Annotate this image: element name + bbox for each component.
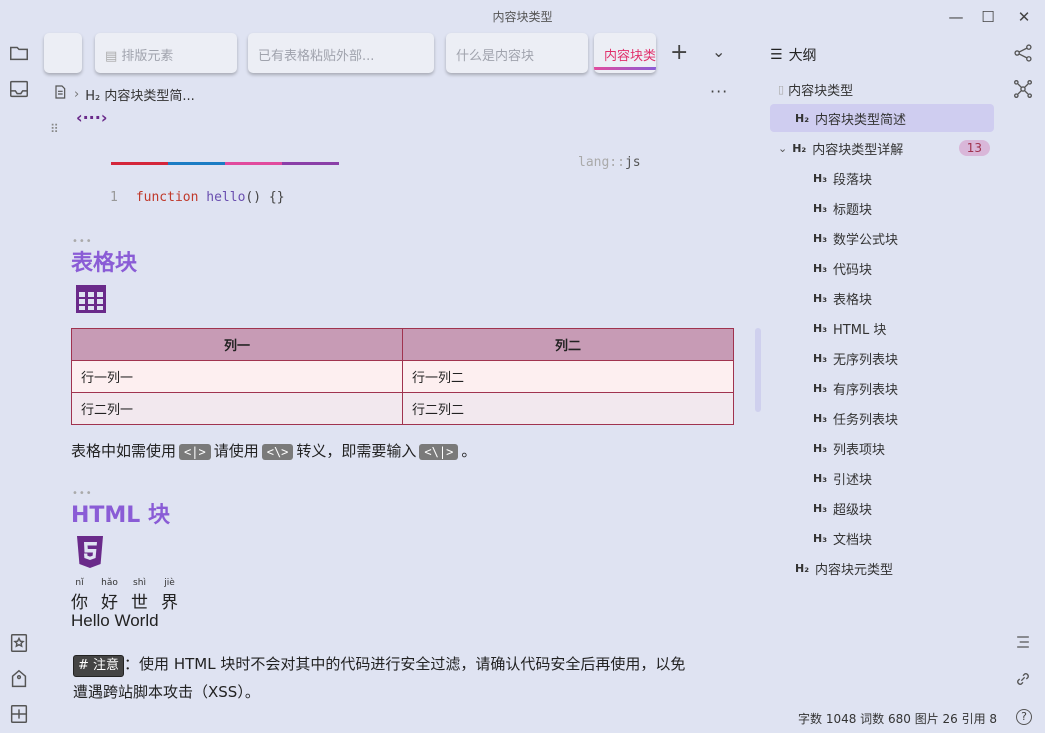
warning-paragraph: # 注意 ：使用 HTML 块时不会对其中的代码进行安全过滤，请确认代码安全后再使…	[73, 655, 686, 701]
doc-icon: ▤	[105, 49, 122, 64]
table-cell[interactable]: 行一列二	[402, 360, 734, 393]
doc-icon: ▯	[778, 82, 785, 96]
outline-root[interactable]: ▯ 内容块类型	[778, 75, 853, 103]
table-cell[interactable]: 行二列二	[402, 392, 734, 425]
line-number: 1	[110, 190, 118, 205]
help-icon[interactable]: ?	[1016, 709, 1032, 725]
outline-item[interactable]: H₃ 段落块	[813, 164, 872, 192]
chevron-down-icon: ⌄	[778, 141, 788, 155]
editor: ⠿ ‹···› lang::js 1 function hello() {} ••…	[44, 108, 764, 733]
tag-badge[interactable]: # 注意	[73, 655, 125, 677]
kbd-escaped-pipe: <\|>	[419, 444, 459, 460]
table-header[interactable]: 列一	[71, 328, 403, 361]
table-section-title[interactable]: 表格块	[71, 245, 137, 277]
html5-icon	[75, 535, 105, 573]
outline-item[interactable]: H₃ 列表项块	[813, 434, 885, 462]
code-line[interactable]: 1 function hello() {}	[110, 190, 285, 205]
ruby-text: nǐ 你 hǎo 好 shì 世 jiè 界	[71, 578, 178, 613]
chevron-right-icon: ›	[74, 86, 80, 102]
outline-header: ☰ 大纲	[770, 47, 817, 64]
table-cell[interactable]: 行一列一	[71, 360, 403, 393]
bookmark-icon[interactable]	[8, 632, 32, 656]
tab-what-is-block[interactable]: 什么是内容块	[446, 33, 588, 73]
outline-item[interactable]: H₃ 表格块	[813, 284, 872, 312]
outline-item[interactable]: H₃ 数学公式块	[813, 224, 898, 252]
title-bar: 内容块类型 — ☐ ✕	[0, 0, 1045, 32]
outline-icon: ☰	[770, 47, 783, 63]
kbd-pipe: <|>	[179, 444, 211, 460]
outline-item[interactable]: H₃ 任务列表块	[813, 404, 898, 432]
global-graph-icon[interactable]	[1013, 79, 1035, 101]
tab-partial[interactable]	[44, 33, 82, 73]
link-icon[interactable]	[1013, 669, 1035, 691]
scrollbar[interactable]	[755, 328, 761, 412]
outline-item[interactable]: H₂ 内容块元类型	[795, 554, 893, 582]
outline-item[interactable]: ⌄ H₂ 内容块类型详解 13	[778, 134, 994, 162]
outline-item[interactable]: H₃ 引述块	[813, 464, 872, 492]
breadcrumb: › H₂ 内容块类型简...	[52, 84, 195, 104]
tab-typography[interactable]: ▤ 排版元素	[95, 33, 237, 73]
drag-handle-icon[interactable]: ⠿	[50, 122, 59, 136]
outline-item[interactable]: H₃ 标题块	[813, 194, 872, 222]
document-icon[interactable]	[52, 84, 68, 104]
maximize-icon[interactable]: ☐	[977, 6, 999, 28]
hello-world-text: Hello World	[71, 611, 159, 630]
more-icon[interactable]: ···	[710, 82, 728, 101]
table-header[interactable]: 列二	[402, 328, 734, 361]
breadcrumb-heading[interactable]: H₂ 内容块类型简...	[85, 85, 195, 104]
add-tab-icon[interactable]: +	[670, 40, 688, 65]
folder-icon[interactable]	[8, 42, 32, 66]
tag-icon[interactable]	[8, 668, 32, 692]
outline-item[interactable]: H₃ 有序列表块	[813, 374, 898, 402]
tab-block-types[interactable]: 内容块类	[594, 33, 656, 73]
graph-icon[interactable]	[1013, 43, 1035, 65]
outline-item[interactable]: H₃ 超级块	[813, 494, 872, 522]
html-section-title[interactable]: HTML 块	[71, 497, 170, 529]
outline-toggle-icon[interactable]	[1013, 632, 1035, 654]
outline-item[interactable]: H₃ 文档块	[813, 524, 872, 552]
outline-item[interactable]: H₃ 无序列表块	[813, 344, 898, 372]
code-icon: ‹···›	[76, 108, 108, 127]
outline-item[interactable]: H₃ HTML 块	[813, 314, 886, 342]
backlink-icon[interactable]	[8, 703, 32, 727]
outline-panel: ☰ 大纲 ▯ 内容块类型 H₂ 内容块类型简述 ⌄ H₂ 内容块类型详解 13 H₃ 段落块…	[764, 40, 1004, 680]
count-badge: 13	[958, 140, 990, 156]
table-icon	[75, 284, 107, 318]
close-icon[interactable]: ✕	[1013, 6, 1035, 28]
kbd-backslash: <\>	[261, 444, 294, 460]
table-cell[interactable]: 行二列一	[71, 392, 403, 425]
code-block-bar	[111, 162, 339, 165]
table-block[interactable]: 列一 列二 行一列一 行一列二 行二列一 行二列二	[71, 328, 734, 425]
tab-table-paste[interactable]: 已有表格粘贴外部...	[248, 33, 434, 73]
code-lang-label[interactable]: lang::js	[578, 155, 641, 170]
status-bar: 字数 1048 词数 680 图片 26 引用 8	[798, 712, 998, 726]
outline-item[interactable]: H₂ 内容块类型简述	[770, 104, 994, 132]
chevron-down-icon[interactable]: ⌄	[712, 42, 725, 61]
table-note: 表格中如需使用 <|> 请使用 <\> 转义，即需要输入 <\|>。	[71, 442, 477, 460]
minimize-icon[interactable]: —	[945, 6, 967, 28]
inbox-icon[interactable]	[8, 78, 32, 102]
outline-item[interactable]: H₃ 代码块	[813, 254, 872, 282]
window-title: 内容块类型	[492, 10, 553, 24]
